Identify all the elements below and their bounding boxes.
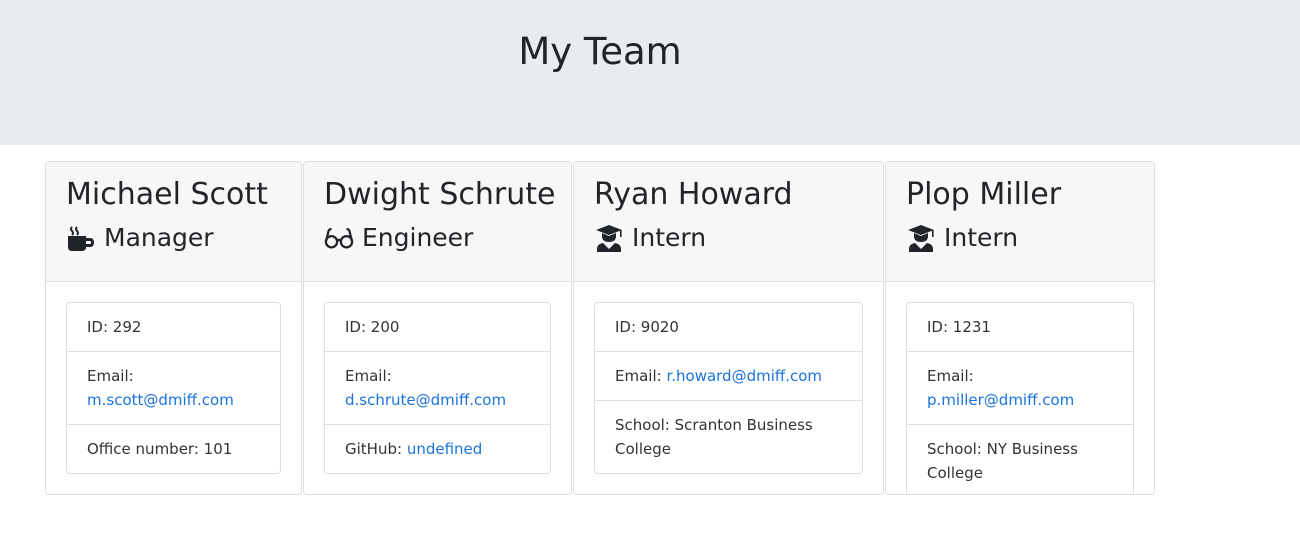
employee-card-manager: Michael Scott Manager ID: 292 Email: m.s…: [45, 161, 302, 495]
team-cards: Michael Scott Manager ID: 292 Email: m.s…: [45, 161, 1155, 495]
email-label: Email:: [345, 367, 392, 385]
card-body: ID: 200 Email: d.schrute@dmiff.com GitHu…: [304, 282, 571, 494]
id-item: ID: 292: [87, 318, 142, 336]
email-item: Email: m.scott@dmiff.com: [67, 351, 280, 424]
employee-card-intern: Ryan Howard Intern ID: 9020 Email: r.how…: [573, 161, 884, 495]
school-item: School: Scranton Business College: [595, 400, 862, 473]
card-body: ID: 9020 Email: r.howard@dmiff.com Schoo…: [574, 282, 883, 494]
employee-card-engineer: Dwight Schrute Engineer ID: 200 Email: d: [303, 161, 572, 495]
github-label: GitHub:: [345, 440, 407, 458]
card-header: Plop Miller Intern: [886, 162, 1154, 282]
email-item: Email: r.howard@dmiff.com: [595, 351, 862, 400]
employee-name: Michael Scott: [66, 177, 268, 212]
github-item: GitHub: undefined: [325, 424, 550, 473]
info-list: ID: 200 Email: d.schrute@dmiff.com GitHu…: [324, 302, 551, 474]
info-list: ID: 292 Email: m.scott@dmiff.com Office …: [66, 302, 281, 474]
email-label: Email:: [87, 367, 134, 385]
office-label: Office number:: [87, 440, 204, 458]
email-link[interactable]: m.scott@dmiff.com: [87, 391, 234, 409]
school-item: School: NY Business College: [907, 424, 1133, 494]
employee-role: Engineer: [324, 223, 551, 253]
school-label: School:: [615, 416, 675, 434]
id-item: ID: 200: [345, 318, 400, 336]
mug-icon: [66, 223, 96, 253]
card-header: Michael Scott Manager: [46, 162, 301, 282]
role-label: Intern: [944, 223, 1019, 252]
employee-name: Plop Miller: [906, 177, 1062, 212]
page-title: My Team: [518, 30, 682, 73]
email-item: Email: p.miller@dmiff.com: [907, 351, 1133, 424]
office-value: 101: [203, 440, 233, 458]
email-link[interactable]: r.howard@dmiff.com: [666, 367, 822, 385]
employee-card-intern: Plop Miller Intern ID: 1231 Email: p.mil…: [885, 161, 1155, 495]
id-item: ID: 9020: [615, 318, 679, 336]
email-link[interactable]: p.miller@dmiff.com: [927, 391, 1074, 409]
card-body: ID: 292 Email: m.scott@dmiff.com Office …: [46, 282, 301, 494]
school-label: School:: [927, 440, 987, 458]
employee-role: Intern: [594, 223, 863, 253]
id-item: ID: 1231: [927, 318, 991, 336]
role-label: Engineer: [362, 223, 474, 252]
info-list: ID: 9020 Email: r.howard@dmiff.com Schoo…: [594, 302, 863, 474]
card-header: Ryan Howard Intern: [574, 162, 883, 282]
employee-name: Dwight Schrute: [324, 177, 556, 212]
office-item: Office number: 101: [67, 424, 280, 473]
role-label: Manager: [104, 223, 214, 252]
employee-role: Manager: [66, 223, 281, 253]
user-graduate-icon: [906, 223, 936, 253]
email-item: Email: d.schrute@dmiff.com: [325, 351, 550, 424]
card-header: Dwight Schrute Engineer: [304, 162, 571, 282]
role-label: Intern: [632, 223, 707, 252]
email-link[interactable]: d.schrute@dmiff.com: [345, 391, 506, 409]
github-link[interactable]: undefined: [407, 440, 482, 458]
email-label: Email:: [927, 367, 974, 385]
email-label: Email:: [615, 367, 667, 385]
header-banner: My Team: [0, 0, 1300, 145]
glasses-icon: [324, 223, 354, 253]
info-list: ID: 1231 Email: p.miller@dmiff.com Schoo…: [906, 302, 1134, 494]
card-body: ID: 1231 Email: p.miller@dmiff.com Schoo…: [886, 282, 1154, 494]
employee-name: Ryan Howard: [594, 177, 793, 212]
user-graduate-icon: [594, 223, 624, 253]
employee-role: Intern: [906, 223, 1134, 253]
